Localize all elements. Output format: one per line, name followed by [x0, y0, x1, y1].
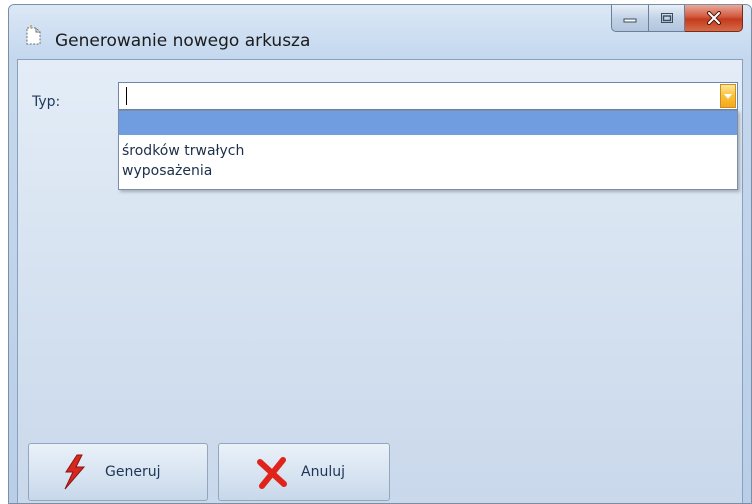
- cancel-x-icon: [257, 457, 287, 489]
- window-controls: [611, 5, 743, 33]
- dropdown-option-wyposazenia[interactable]: wyposażenia: [119, 161, 737, 181]
- maximize-button[interactable]: [649, 5, 685, 32]
- combobox-dropdown-button[interactable]: [720, 84, 736, 108]
- anuluj-button-label: Anuluj: [301, 464, 345, 480]
- dropdown-option-srodkow-trwalych[interactable]: środków trwałych: [119, 141, 737, 161]
- maximize-icon: [660, 13, 673, 23]
- anuluj-button[interactable]: Anuluj: [218, 443, 390, 501]
- dialog-window: Generowanie nowego arkusza Typ: środków …: [8, 4, 752, 504]
- chevron-down-icon: [724, 93, 732, 99]
- title-bar[interactable]: Generowanie nowego arkusza: [9, 5, 751, 59]
- lightning-icon: [64, 454, 86, 490]
- typ-dropdown-list: środków trwałych wyposażenia: [118, 110, 738, 190]
- generuj-button[interactable]: Generuj: [28, 443, 208, 501]
- dropdown-option-empty[interactable]: [119, 111, 737, 135]
- window-title: Generowanie nowego arkusza: [55, 31, 311, 51]
- close-icon: [706, 11, 721, 25]
- minimize-button[interactable]: [611, 5, 649, 32]
- minimize-icon: [623, 18, 637, 23]
- typ-combobox[interactable]: [118, 82, 738, 110]
- text-caret: [126, 87, 127, 105]
- dialog-client-area: Typ: środków trwałych wyposażenia Generu…: [17, 59, 743, 503]
- button-bar: Generuj Anuluj: [18, 421, 742, 503]
- close-button[interactable]: [685, 5, 743, 32]
- sheet-wizard-icon: [26, 25, 41, 45]
- generuj-button-label: Generuj: [105, 464, 161, 480]
- typ-label: Typ:: [32, 94, 61, 110]
